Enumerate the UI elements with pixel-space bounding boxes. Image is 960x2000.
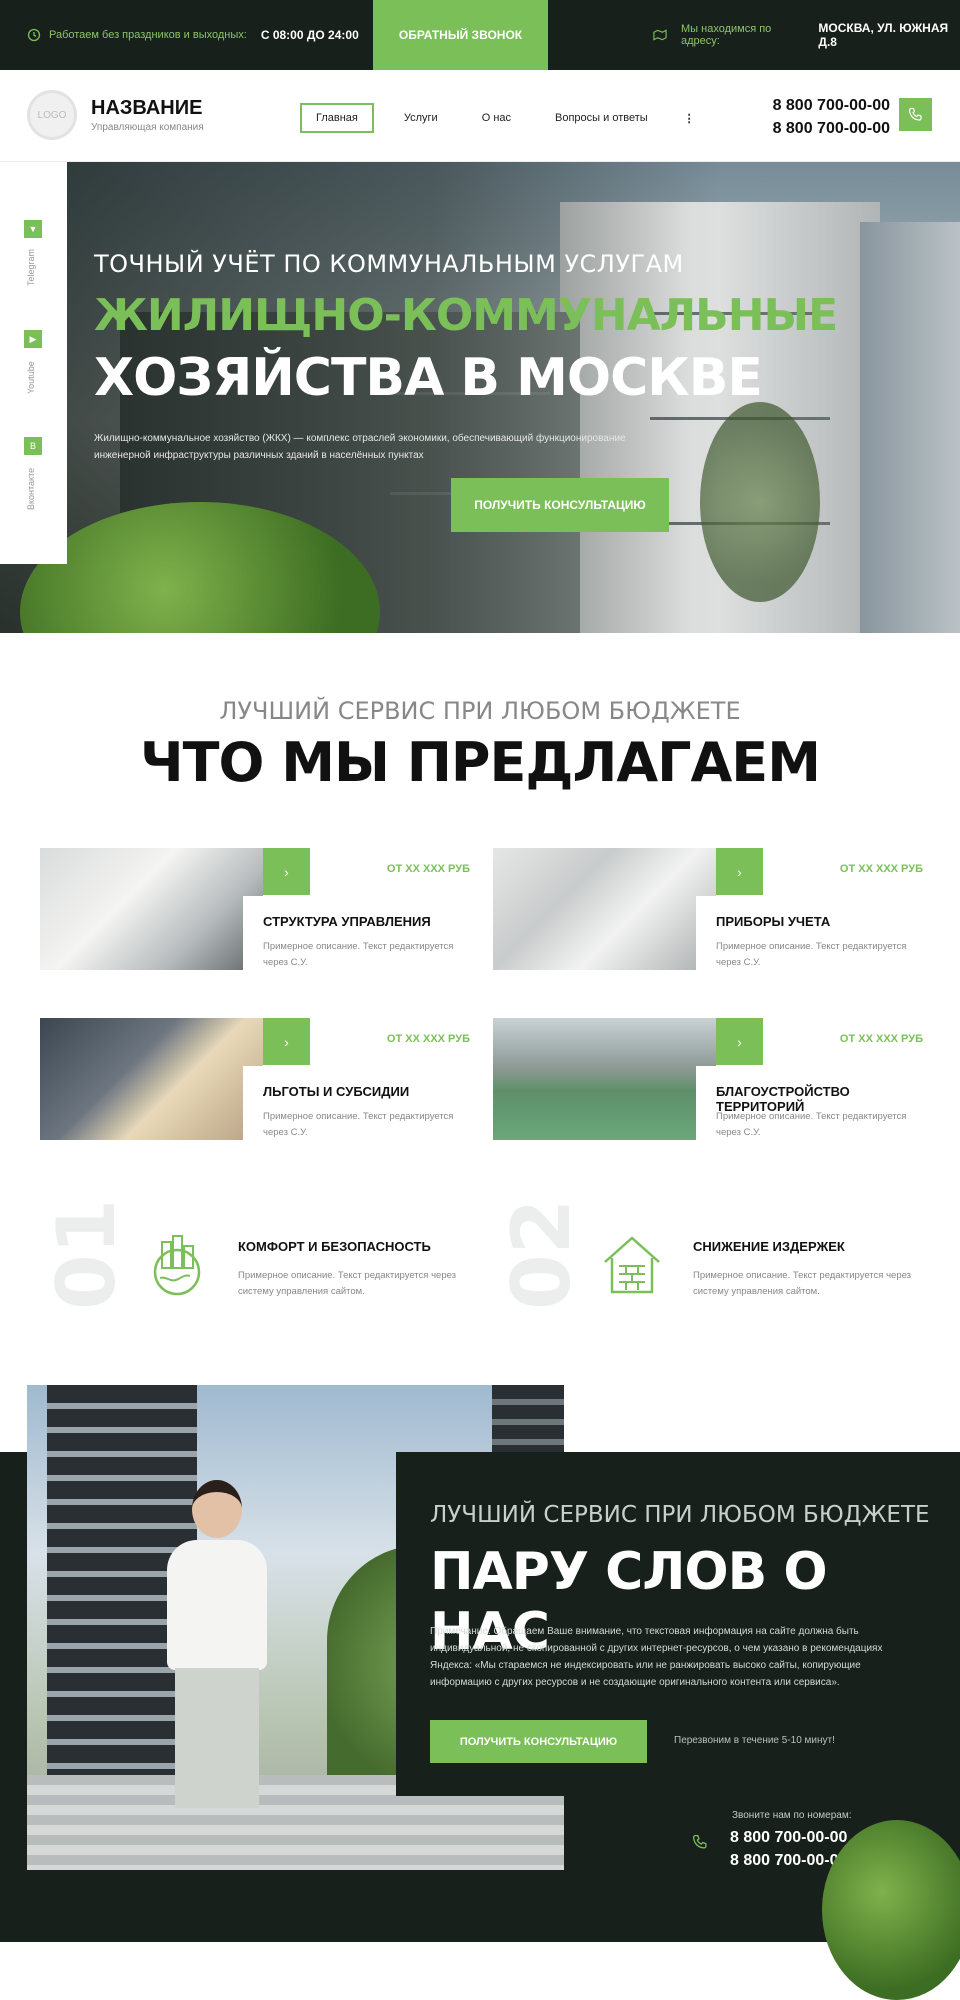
phone-icon xyxy=(692,1834,707,1849)
social-label-vk[interactable]: Вконтакте xyxy=(26,468,36,510)
feature-description: Примерное описание. Текст редактируется … xyxy=(693,1270,912,1297)
call-label: Звоните нам по номерам: xyxy=(732,1810,852,1821)
nav-item-about[interactable]: О нас xyxy=(468,105,525,131)
feature-description: Примерное описание. Текст редактируется … xyxy=(238,1270,457,1297)
offer-card[interactable]: › ОТ ХХ ХХХ РУБ БЛАГОУСТРОЙСТВО ТЕРРИТОР… xyxy=(493,1018,923,1140)
offer-description: Примерное описание. Текст редактируется … xyxy=(716,941,907,968)
about-phone-1[interactable]: 8 800 700-00-00 xyxy=(730,1826,847,1849)
main-nav: Главная Услуги О нас Вопросы и ответы ⋮ xyxy=(300,103,701,133)
offer-title[interactable]: СТРУКТУРА УПРАВЛЕНИЯ xyxy=(263,914,431,929)
chevron-right-icon[interactable]: › xyxy=(263,848,310,895)
brand-subtitle: Управляющая компания xyxy=(91,122,204,133)
site-header: LOGO НАЗВАНИЕ Управляющая компания Главн… xyxy=(0,70,960,162)
paperwork-image xyxy=(40,848,263,970)
vk-icon[interactable]: В xyxy=(24,437,42,455)
offer-price: ОТ ХХ ХХХ РУБ xyxy=(386,863,470,875)
social-label-telegram[interactable]: Telegram xyxy=(26,249,36,286)
telegram-icon[interactable]: ▼ xyxy=(24,220,42,238)
offer-title[interactable]: ПРИБОРЫ УЧЕТА xyxy=(716,914,830,929)
brand-name: НАЗВАНИЕ xyxy=(91,97,203,119)
feature-number: 02 xyxy=(495,1198,588,1310)
header-phone-1[interactable]: 8 800 700-00-00 xyxy=(773,94,890,117)
offer-description: Примерное описание. Текст редактируется … xyxy=(263,941,454,968)
person-figure xyxy=(147,1480,287,1810)
offers-kicker: ЛУЧШИЙ СЕРВИС ПРИ ЛЮБОМ БЮДЖЕТЕ xyxy=(219,697,741,725)
social-label-youtube[interactable]: Youtube xyxy=(26,361,36,394)
phone-icon xyxy=(908,107,922,121)
about-text: Примечание. Обращаем Ваше внимание, что … xyxy=(430,1626,883,1688)
header-phones: 8 800 700-00-00 8 800 700-00-00 xyxy=(773,94,890,140)
hero-title-line1: ЖИЛИЩНО-КОММУНАЛЬНЫЕ xyxy=(94,290,838,341)
offer-price: ОТ ХХ ХХХ РУБ xyxy=(386,1033,470,1045)
nav-item-services[interactable]: Услуги xyxy=(390,105,452,131)
offer-price: ОТ ХХ ХХХ РУБ xyxy=(839,1033,923,1045)
about-kicker: ЛУЧШИЙ СЕРВИС ПРИ ЛЮБОМ БЮДЖЕТЕ xyxy=(430,1502,930,1528)
offer-card[interactable]: › ОТ ХХ ХХХ РУБ ПРИБОРЫ УЧЕТА Примерное … xyxy=(493,848,923,970)
logo[interactable]: LOGO xyxy=(27,90,77,140)
about-phones: 8 800 700-00-00 8 800 700-00-00 xyxy=(730,1826,847,1872)
chevron-right-icon[interactable]: › xyxy=(716,848,763,895)
offer-price: ОТ ХХ ХХХ РУБ xyxy=(839,863,923,875)
hours-value: С 08:00 ДО 24:00 xyxy=(260,28,359,42)
hero-consultation-button[interactable]: ПОЛУЧИТЬ КОНСУЛЬТАЦИЮ xyxy=(451,478,669,532)
address-value: МОСКВА, УЛ. ЮЖНАЯ Д.8 xyxy=(818,21,949,49)
hero-description: Жилищно-коммунальное хозяйство (ЖКХ) — к… xyxy=(94,433,626,461)
header-phone-2[interactable]: 8 800 700-00-00 xyxy=(773,117,890,140)
address: Мы находимся по адресу: МОСКВА, УЛ. ЮЖНА… xyxy=(653,0,960,70)
chevron-right-icon[interactable]: › xyxy=(716,1018,763,1065)
money-rolls-image xyxy=(40,1018,263,1140)
about-consultation-button[interactable]: ПОЛУЧИТЬ КОНСУЛЬТАЦИЮ xyxy=(430,1720,647,1763)
sports-court-image xyxy=(493,1018,716,1140)
house-brick-icon xyxy=(604,1236,660,1294)
hero-kicker: ТОЧНЫЙ УЧЁТ ПО КОММУНАЛЬНЫМ УСЛУГАМ xyxy=(94,250,684,278)
offers-title: ЧТО МЫ ПРЕДЛАГАЕМ xyxy=(140,731,821,794)
more-menu-icon[interactable]: ⋮ xyxy=(678,105,701,132)
youtube-icon[interactable]: ▶ xyxy=(24,330,42,348)
city-globe-icon xyxy=(153,1235,201,1296)
clock-icon xyxy=(27,28,41,42)
offer-title[interactable]: ЛЬГОТЫ И СУБСИДИИ xyxy=(263,1084,409,1099)
working-hours: Работаем без праздников и выходных: С 08… xyxy=(27,0,359,70)
hero-title-line2: ХОЗЯЙСТВА В МОСКВЕ xyxy=(94,348,763,408)
feature-number: 01 xyxy=(40,1198,133,1310)
offer-card[interactable]: › ОТ ХХ ХХХ РУБ СТРУКТУРА УПРАВЛЕНИЯ При… xyxy=(40,848,470,970)
offer-description: Примерное описание. Текст редактируется … xyxy=(263,1111,454,1138)
decorative-plant xyxy=(822,1820,960,2000)
water-meters-image xyxy=(493,848,716,970)
feature-title: СНИЖЕНИЕ ИЗДЕРЖЕК xyxy=(693,1239,845,1254)
feature-title: КОМФОРТ И БЕЗОПАСНОСТЬ xyxy=(238,1239,431,1254)
callback-note: Перезвоним в течение 5-10 минут! xyxy=(674,1735,835,1746)
top-bar: Работаем без праздников и выходных: С 08… xyxy=(0,0,960,70)
address-label: Мы находимся по адресу: xyxy=(681,23,772,47)
chevron-right-icon[interactable]: › xyxy=(263,1018,310,1065)
phone-call-button[interactable] xyxy=(899,98,932,131)
nav-item-faq[interactable]: Вопросы и ответы xyxy=(541,105,662,131)
social-sidebar: ▼ Telegram ▶ Youtube В Вконтакте xyxy=(0,162,67,564)
nav-item-home[interactable]: Главная xyxy=(300,103,374,133)
offer-card[interactable]: › ОТ ХХ ХХХ РУБ ЛЬГОТЫ И СУБСИДИИ Пример… xyxy=(40,1018,470,1140)
callback-button[interactable]: ОБРАТНЫЙ ЗВОНОК xyxy=(373,0,548,70)
offer-description: Примерное описание. Текст редактируется … xyxy=(716,1111,907,1138)
hours-label: Работаем без праздников и выходных: xyxy=(49,29,247,41)
map-icon xyxy=(653,29,667,41)
